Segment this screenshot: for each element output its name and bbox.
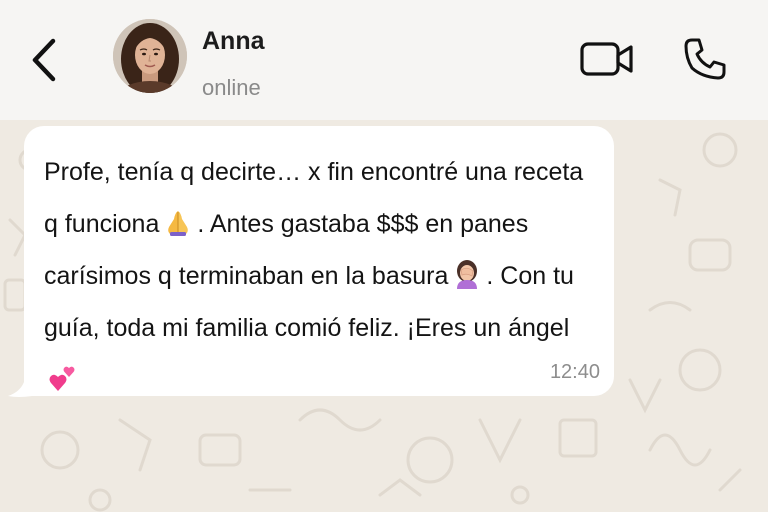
voice-call-button[interactable]: [676, 30, 734, 88]
phone-icon: [684, 38, 726, 80]
contact-photo: [113, 19, 187, 93]
bubble-tail: [8, 382, 32, 397]
avatar[interactable]: [113, 19, 187, 93]
message-timestamp: 12:40: [549, 361, 600, 383]
two-hearts-emoji: [49, 366, 75, 391]
contact-name[interactable]: Anna: [202, 27, 265, 56]
folded-hands-emoji: [168, 211, 189, 236]
video-camera-icon: [580, 42, 633, 76]
message-bubble[interactable]: Profe, tenía q decirte… x fin encontré u…: [24, 126, 614, 396]
back-button[interactable]: [22, 30, 66, 90]
message-text: Profe, tenía q decirte… x fin encontré u…: [44, 146, 604, 406]
chevron-left-icon: [32, 38, 56, 82]
facepalm-emoji: [457, 260, 478, 289]
chat-area[interactable]: Profe, tenía q decirte… x fin encontré u…: [0, 120, 768, 512]
video-call-button[interactable]: [574, 34, 640, 84]
contact-status: online: [202, 75, 261, 100]
chat-screen: Anna online Profe, tenía q decirte… x fi…: [0, 0, 768, 512]
chat-header: Anna online: [0, 0, 768, 120]
